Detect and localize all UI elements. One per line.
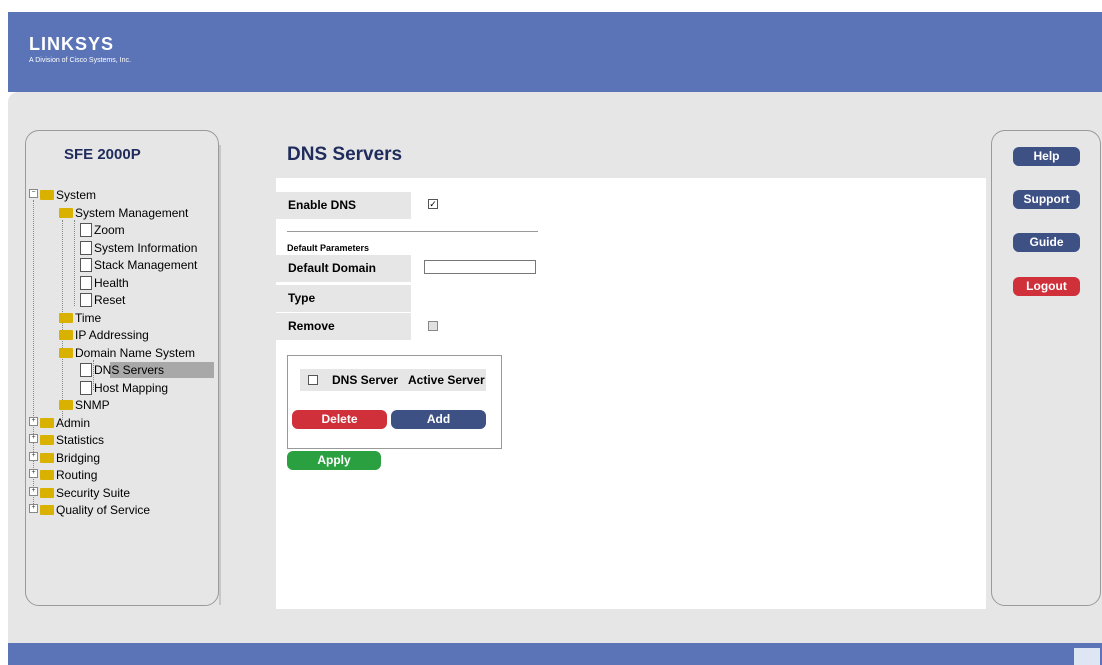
- tree-item-label: Admin: [56, 416, 91, 430]
- tree-item-label: Domain Name System: [75, 346, 196, 360]
- collapse-icon[interactable]: −: [29, 189, 38, 199]
- tree-item[interactable]: Stack Management: [80, 257, 197, 274]
- linksys-logo: LINKSYS: [29, 34, 115, 54]
- expand-icon[interactable]: +: [29, 504, 38, 514]
- folder-icon: [40, 504, 54, 515]
- tree-item[interactable]: System Management: [59, 205, 188, 222]
- default-domain-label: Default Domain Name: [276, 255, 411, 302]
- page-icon: [80, 240, 92, 255]
- tree-item-label: Host Mapping: [94, 381, 169, 395]
- tree-item[interactable]: Host Mapping: [80, 380, 168, 397]
- device-name: SFE 2000P: [64, 146, 141, 163]
- tree-item[interactable]: + Statistics: [29, 432, 104, 449]
- tree-item-label: System Information: [94, 241, 198, 255]
- tree-item-label: Zoom: [94, 223, 125, 237]
- section-divider: [287, 231, 538, 232]
- page-icon: [80, 362, 92, 377]
- header-banner: LINKSYS A Division of Cisco Systems, Inc…: [8, 12, 1102, 92]
- tree-item-label: IP Addressing: [75, 328, 149, 342]
- tree-item-label: Quality of Service: [56, 503, 151, 517]
- tree-item-label: DNS Servers: [94, 363, 165, 377]
- section-heading: Default Parameters: [287, 243, 370, 253]
- tree-item[interactable]: IP Addressing: [59, 327, 149, 344]
- expand-icon[interactable]: +: [29, 417, 38, 427]
- tree-item-label: SNMP: [75, 398, 110, 412]
- expand-icon[interactable]: +: [29, 434, 38, 444]
- page-icon: [80, 292, 92, 307]
- folder-icon: [40, 487, 54, 498]
- tree-item-label: Stack Management: [94, 258, 198, 272]
- support-button[interactable]: Support: [1013, 190, 1080, 209]
- guide-button[interactable]: Guide: [1013, 233, 1080, 252]
- select-all-checkbox[interactable]: [308, 375, 318, 385]
- tree-item[interactable]: SNMP: [59, 397, 110, 414]
- apply-button[interactable]: Apply: [287, 451, 381, 470]
- folder-icon: [40, 452, 54, 463]
- cisco-logo-icon: [1074, 648, 1100, 665]
- tree-item-label: Time: [75, 311, 102, 325]
- tree-item-label: System: [56, 188, 97, 202]
- nav-scrollbar[interactable]: [219, 145, 221, 605]
- tree-item-label: System Management: [75, 206, 189, 220]
- expand-icon[interactable]: +: [29, 487, 38, 497]
- tree-item[interactable]: DNS Servers: [80, 362, 164, 379]
- folder-icon: [59, 207, 73, 218]
- tree-item[interactable]: + Admin: [29, 415, 90, 432]
- expand-icon[interactable]: +: [29, 469, 38, 479]
- tree-guide-line: [74, 220, 75, 306]
- footer-bar: [8, 643, 1102, 665]
- tree-item[interactable]: System Information: [80, 240, 197, 257]
- column-header-dns-server: DNS Server: [332, 373, 399, 387]
- add-button[interactable]: Add: [391, 410, 486, 429]
- folder-icon: [59, 329, 73, 340]
- folder-icon: [59, 347, 73, 358]
- tree-item[interactable]: Reset: [80, 292, 125, 309]
- enable-dns-checkbox[interactable]: ✓: [428, 199, 438, 209]
- page-icon: [80, 275, 92, 290]
- tree-item[interactable]: + Quality of Service: [29, 502, 150, 519]
- tree-item[interactable]: + Bridging: [29, 450, 100, 467]
- logout-button[interactable]: Logout: [1013, 277, 1080, 296]
- page-title: DNS Servers: [287, 144, 403, 165]
- tree-item-label: Health: [94, 276, 129, 290]
- tree-item-label: Security Suite: [56, 486, 131, 500]
- help-button[interactable]: Help: [1013, 147, 1080, 166]
- enable-dns-label: Enable DNS: [276, 192, 411, 219]
- tree-item-label: Reset: [94, 293, 126, 307]
- page-icon: [80, 222, 92, 237]
- page-icon: [80, 257, 92, 272]
- folder-icon: [59, 399, 73, 410]
- folder-icon: [40, 469, 54, 480]
- default-domain-input[interactable]: [424, 260, 536, 274]
- remove-checkbox: [428, 321, 438, 331]
- tree-item-label: Statistics: [56, 433, 105, 447]
- column-header-active-server: Active Server: [408, 373, 485, 387]
- tree-item[interactable]: − System: [29, 187, 96, 204]
- tree-item[interactable]: Zoom: [80, 222, 125, 239]
- tree-item[interactable]: Time: [59, 310, 101, 327]
- delete-button[interactable]: Delete: [292, 410, 387, 429]
- logo-tagline: A Division of Cisco Systems, Inc.: [29, 57, 131, 64]
- tree-item[interactable]: + Routing: [29, 467, 97, 484]
- tree-item[interactable]: Health: [80, 275, 129, 292]
- folder-icon: [40, 417, 54, 428]
- tree-item-label: Routing: [56, 468, 98, 482]
- folder-icon: [40, 434, 54, 445]
- expand-icon[interactable]: +: [29, 452, 38, 462]
- folder-icon: [59, 312, 73, 323]
- page-icon: [80, 380, 92, 395]
- remove-label: Remove: [276, 313, 411, 340]
- tree-item-label: Bridging: [56, 451, 101, 465]
- folder-icon: [40, 189, 54, 200]
- tree-item[interactable]: Domain Name System: [59, 345, 195, 362]
- tree-item[interactable]: + Security Suite: [29, 485, 130, 502]
- type-label: Type: [276, 285, 411, 312]
